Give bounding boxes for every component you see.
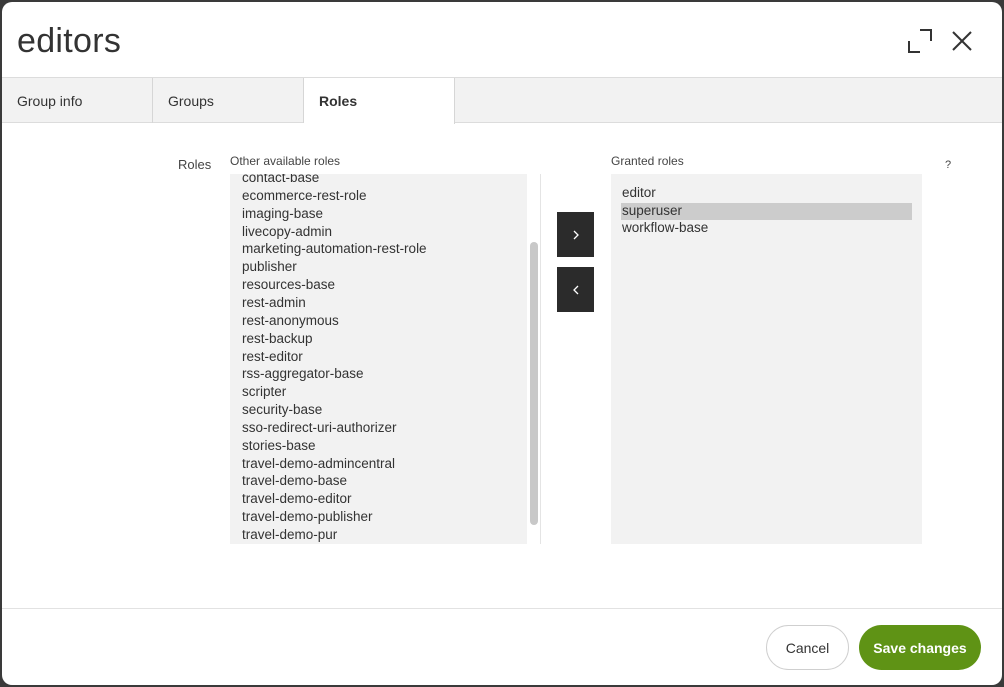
available-roles-scrollbar[interactable]	[527, 174, 541, 544]
available-role-item[interactable]: travel-demo-admincentral	[242, 456, 395, 473]
available-role-item[interactable]: scripter	[242, 384, 286, 401]
available-role-item[interactable]: travel-demo-editor	[242, 491, 352, 508]
help-icon[interactable]: ?	[945, 159, 951, 171]
available-role-item[interactable]: travel-demo-base	[242, 473, 347, 490]
available-role-item[interactable]: imaging-base	[242, 206, 323, 223]
available-role-item[interactable]: marketing-automation-rest-role	[242, 241, 427, 258]
granted-roles-list[interactable]: editor superuser workflow-base	[611, 174, 922, 544]
chevron-left-icon	[572, 285, 578, 294]
expand-button[interactable]	[905, 26, 935, 56]
available-role-item[interactable]: rest-anonymous	[242, 313, 339, 330]
available-role-item[interactable]: stories-base	[242, 438, 316, 455]
available-roles-label: Other available roles	[230, 154, 341, 168]
tab-roles[interactable]: Roles	[304, 78, 455, 124]
available-roles-list[interactable]: contact-base ecommerce-rest-role imaging-b…	[230, 174, 527, 544]
cancel-button[interactable]: Cancel	[766, 625, 849, 670]
available-role-item[interactable]: rest-admin	[242, 295, 306, 312]
granted-role-item[interactable]: superuser	[621, 202, 912, 220]
available-role-item[interactable]: rest-editor	[242, 349, 303, 366]
available-role-item[interactable]: rest-backup	[242, 331, 313, 348]
available-role-item[interactable]: travel-demo-pur	[242, 527, 337, 544]
tab-groups[interactable]: Groups	[153, 78, 304, 123]
granted-role-item[interactable]: workflow-base	[621, 220, 912, 237]
remove-role-button[interactable]	[557, 267, 594, 312]
expand-icon	[908, 29, 932, 53]
available-role-item[interactable]: rss-aggregator-base	[242, 366, 364, 383]
chevron-right-icon	[573, 230, 579, 239]
available-role-item[interactable]: travel-demo-publisher	[242, 509, 373, 526]
tab-bar: Group info Groups Roles	[2, 77, 1002, 124]
scrollbar-thumb[interactable]	[530, 242, 538, 525]
granted-role-item[interactable]: editor	[621, 185, 912, 202]
available-role-item[interactable]: ecommerce-rest-role	[242, 188, 367, 205]
available-role-item[interactable]: livecopy-admin	[242, 224, 332, 241]
available-role-item[interactable]: resources-base	[242, 277, 335, 294]
footer-divider	[2, 608, 1002, 609]
close-button[interactable]	[947, 26, 977, 56]
tab-group-info[interactable]: Group info	[2, 78, 153, 123]
available-role-item[interactable]: contact-base	[242, 174, 319, 187]
available-role-item[interactable]: security-base	[242, 402, 322, 419]
dialog-title: editors	[17, 22, 122, 60]
granted-roles-label: Granted roles	[611, 154, 684, 168]
save-changes-button[interactable]: Save changes	[859, 625, 981, 670]
available-role-item[interactable]: publisher	[242, 259, 297, 276]
available-role-item[interactable]: sso-redirect-uri-authorizer	[242, 420, 397, 437]
edit-group-dialog: editors Group info Groups Roles Roles Ot…	[2, 2, 1002, 685]
add-role-button[interactable]	[557, 212, 594, 257]
roles-field-label: Roles	[178, 157, 212, 172]
close-icon	[952, 31, 972, 51]
